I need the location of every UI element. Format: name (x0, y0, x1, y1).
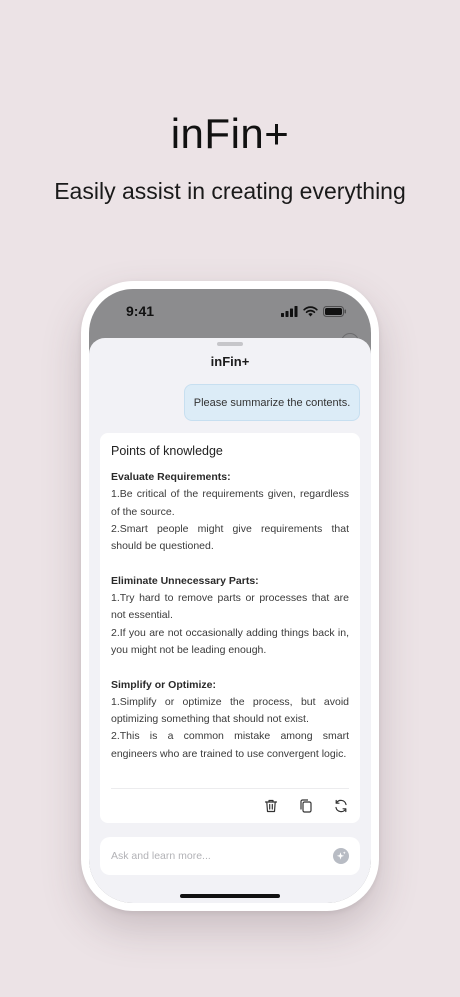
hero-title: inFin+ (170, 110, 290, 157)
cellular-signal-icon (281, 304, 298, 322)
status-icons (281, 304, 347, 322)
section-item: 1.Simplify or optimize the process, but … (111, 695, 349, 726)
phone-frame: 9:41 inFin+ Please summarize the content… (81, 281, 379, 911)
section-heading: Eliminate Unnecessary Parts: (111, 574, 259, 587)
chat-sheet: inFin+ Please summarize the contents. Po… (89, 338, 371, 903)
copy-icon[interactable] (298, 798, 314, 814)
section-item: 1.Be critical of the requirements given,… (111, 488, 349, 518)
phone-screen: 9:41 inFin+ Please summarize the content… (89, 289, 371, 903)
section-heading: Evaluate Requirements: (111, 471, 231, 483)
user-message-bubble: Please summarize the contents. (184, 384, 360, 421)
chat-input[interactable] (111, 837, 321, 875)
status-time: 9:41 (126, 303, 155, 319)
trash-icon[interactable] (263, 798, 279, 814)
user-message-text: Please summarize the contents. (193, 396, 351, 409)
answer-card: Points of knowledge Evaluate Requirement… (100, 433, 360, 823)
section-item: 2.If you are not occasionally adding thi… (111, 626, 349, 656)
section-item: 2.This is a common mistake among smart e… (111, 730, 349, 760)
answer-body: Evaluate Requirements: 1.Be critical of … (111, 469, 349, 763)
home-indicator (180, 894, 280, 898)
refresh-icon[interactable] (333, 798, 349, 814)
sparkle-send-icon[interactable] (333, 848, 349, 864)
sheet-title: inFin+ (210, 354, 250, 369)
section-item: 1.Try hard to remove parts or processes … (111, 592, 349, 622)
chat-input-bar (100, 837, 360, 875)
battery-icon (323, 304, 347, 322)
wifi-icon (303, 304, 318, 322)
section-heading: Simplify or Optimize: (111, 678, 217, 691)
answer-title: Points of knowledge (111, 444, 223, 458)
sheet-grabber[interactable] (217, 342, 243, 346)
section-item: 2.Smart people might give requirements t… (111, 522, 349, 553)
status-bar: 9:41 (89, 289, 371, 339)
hero-subtitle: Easily assist in creating everything (54, 178, 406, 204)
answer-actions (111, 788, 349, 820)
